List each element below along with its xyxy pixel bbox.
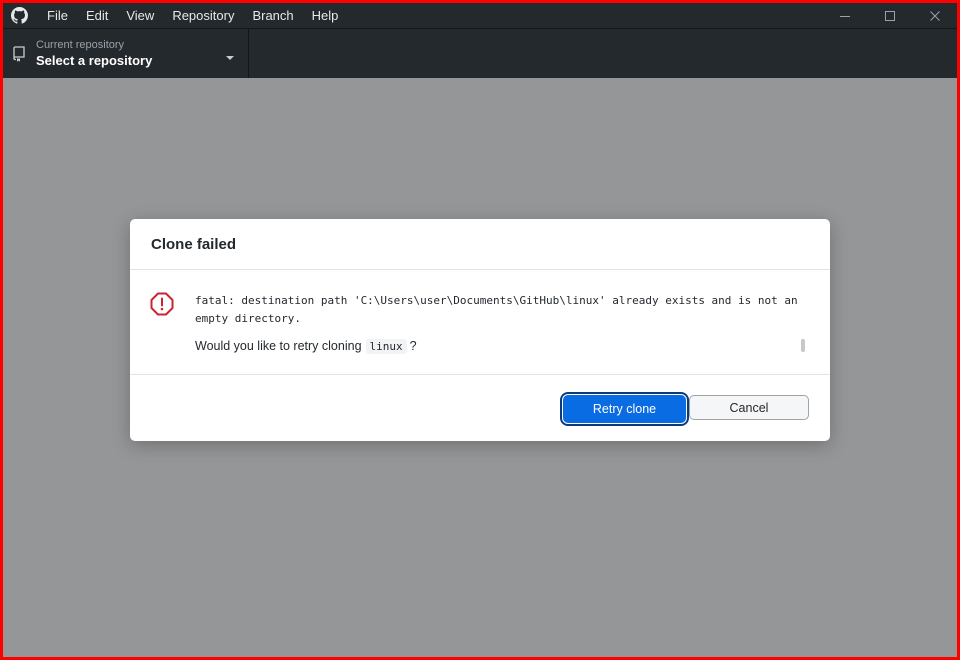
repo-icon: [4, 45, 34, 62]
menu-bar: File Edit View Repository Branch Help: [38, 3, 347, 28]
retry-question-suffix: ?: [409, 339, 417, 353]
app-window: File Edit View Repository Branch Help Cu…: [3, 3, 957, 657]
maximize-icon[interactable]: [867, 3, 912, 28]
error-octagon-icon: [150, 292, 174, 321]
toolbar: Current repository Select a repository: [3, 28, 957, 78]
title-bar: File Edit View Repository Branch Help: [3, 3, 957, 28]
github-logo-icon: [4, 3, 34, 28]
scrollbar[interactable]: [801, 339, 805, 352]
menu-view[interactable]: View: [117, 3, 163, 28]
dialog-header: Clone failed: [130, 219, 830, 270]
window-controls: [822, 3, 957, 28]
cancel-button[interactable]: Cancel: [689, 395, 809, 420]
retry-question: Would you like to retry cloning linux ?: [195, 337, 417, 355]
current-repository-label: Current repository: [36, 38, 125, 51]
current-repository-value: Select a repository: [36, 52, 153, 68]
retry-question-text: Would you like to retry cloning: [195, 339, 362, 353]
menu-help[interactable]: Help: [303, 3, 348, 28]
dialog-body: fatal: destination path 'C:\Users\user\D…: [130, 270, 830, 375]
dialog-title: Clone failed: [151, 235, 237, 253]
clone-failed-dialog: Clone failed fatal: destination path 'C:…: [130, 219, 830, 441]
retry-clone-button[interactable]: Retry clone: [563, 395, 686, 423]
repository-picker[interactable]: Current repository Select a repository: [3, 29, 249, 78]
dialog-footer: Retry clone Cancel: [130, 375, 830, 441]
error-message: fatal: destination path 'C:\Users\user\D…: [195, 294, 798, 325]
caret-down-icon: [225, 49, 235, 67]
minimize-icon[interactable]: [822, 3, 867, 28]
menu-repository[interactable]: Repository: [163, 3, 243, 28]
repository-name: linux: [365, 338, 407, 354]
menu-branch[interactable]: Branch: [243, 3, 302, 28]
close-icon[interactable]: [912, 3, 957, 28]
menu-edit[interactable]: Edit: [77, 3, 117, 28]
menu-file[interactable]: File: [38, 3, 77, 28]
